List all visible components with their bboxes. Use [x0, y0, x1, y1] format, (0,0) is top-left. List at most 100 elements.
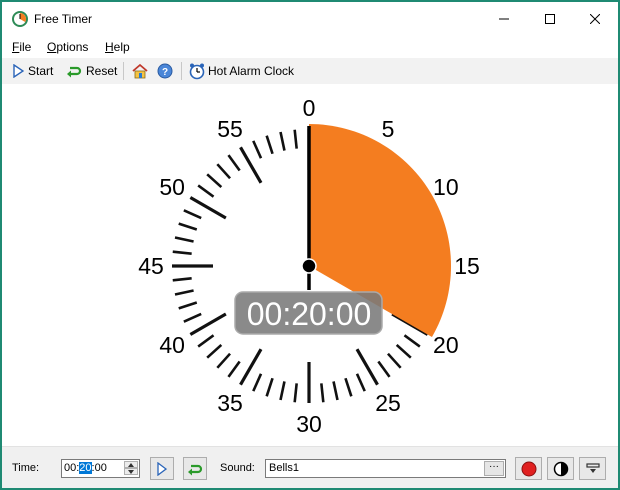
hot-alarm-clock-label: Hot Alarm Clock [208, 64, 295, 78]
minute-label: 5 [382, 116, 395, 142]
minute-label: 40 [159, 332, 185, 358]
minor-tick [227, 154, 241, 172]
app-window: Free Timer File Options Help Start Reset [2, 2, 618, 488]
minor-tick [265, 377, 274, 397]
minor-tick [174, 236, 194, 243]
toolbar-separator [123, 62, 124, 80]
theme-button[interactable] [547, 457, 574, 480]
reset-arrow-icon [188, 464, 203, 475]
spin-up-button[interactable] [124, 461, 138, 468]
minor-tick [344, 377, 353, 397]
contrast-icon [553, 461, 568, 476]
minimize-button[interactable] [481, 2, 527, 36]
sound-label: Sound: [220, 462, 255, 474]
caret-up-icon [128, 462, 134, 467]
help-button[interactable]: ? [157, 61, 173, 81]
minor-tick [216, 352, 232, 369]
menu-bar: File Options Help [2, 36, 618, 58]
time-display-text: 00:20:00 [247, 296, 372, 332]
minor-tick [206, 173, 223, 189]
time-input[interactable]: 00:20:00 [61, 459, 140, 478]
minute-label: 50 [159, 174, 185, 200]
help-icon: ? [157, 63, 173, 79]
toolbar: Start Reset ? Hot Alarm Clock [2, 58, 618, 84]
play-triangle-icon [157, 461, 167, 476]
minor-tick [183, 209, 202, 220]
minor-tick [355, 373, 366, 392]
minute-label: 0 [303, 95, 316, 121]
minor-tick [386, 352, 402, 369]
minor-tick [293, 383, 298, 403]
minor-tick [252, 373, 263, 392]
bottom-bar: Time: 00:20:00 Sound: Bells1 ··· [2, 446, 618, 488]
time-minutes-selected: 20 [79, 462, 92, 474]
time-label: Time: [12, 462, 40, 474]
minor-tick [174, 289, 194, 296]
alarm-clock-icon [189, 63, 205, 80]
minimize-icon [499, 18, 509, 20]
minor-tick [178, 222, 198, 231]
minor-tick [265, 135, 274, 155]
play-triangle-icon [13, 64, 24, 78]
minor-tick [216, 163, 232, 180]
menu-help[interactable]: Help [105, 40, 130, 54]
toolbar-separator [181, 62, 182, 80]
minor-tick [197, 184, 215, 198]
tray-icon [585, 462, 600, 473]
minute-label: 30 [296, 411, 322, 437]
close-icon [590, 14, 600, 24]
time-spinner[interactable] [124, 461, 138, 476]
menu-file[interactable]: File [12, 40, 31, 54]
minor-tick [227, 360, 241, 378]
timer-dial[interactable]: 0 5 10 15 20 25 30 35 40 45 50 55 00:20:00 [2, 84, 618, 446]
minor-tick [377, 360, 391, 378]
minute-label: 20 [433, 332, 459, 358]
reset-arrow-icon [67, 66, 82, 78]
minor-tick [332, 381, 339, 401]
minor-tick [178, 301, 198, 310]
minute-label: 25 [375, 390, 401, 416]
minor-tick [183, 312, 202, 323]
caret-down-icon [128, 469, 134, 474]
minor-tick [293, 129, 298, 149]
play-button[interactable] [150, 457, 174, 480]
title-bar: Free Timer [2, 2, 618, 36]
spin-down-button[interactable] [124, 468, 138, 475]
maximize-button[interactable] [527, 2, 573, 36]
tray-button[interactable] [579, 457, 606, 480]
home-icon [132, 63, 148, 79]
time-display: 00:20:00 [234, 291, 383, 335]
window-title: Free Timer [34, 12, 93, 26]
reset-small-button[interactable] [183, 457, 207, 480]
clock-icon [11, 10, 29, 28]
sound-input[interactable]: Bells1 ··· [265, 459, 506, 478]
hot-alarm-clock-button[interactable]: Hot Alarm Clock [188, 61, 294, 81]
red-circle-icon [521, 461, 536, 476]
menu-options[interactable]: Options [47, 40, 88, 54]
hand-hub [301, 258, 317, 274]
home-button[interactable] [131, 61, 149, 81]
browse-sound-button[interactable]: ··· [484, 461, 504, 476]
timer-dial-area[interactable]: 0 5 10 15 20 25 30 35 40 45 50 55 00:20:00 [2, 84, 618, 446]
minor-tick [279, 381, 286, 401]
maximize-icon [545, 14, 555, 24]
close-button[interactable] [572, 2, 618, 36]
minor-tick [395, 343, 412, 359]
start-button[interactable]: Start [12, 61, 53, 81]
minor-tick [320, 383, 325, 403]
reset-button[interactable]: Reset [66, 61, 117, 81]
reset-label: Reset [86, 64, 118, 78]
minor-tick [172, 250, 192, 255]
svg-text:?: ? [162, 67, 168, 78]
record-button[interactable] [515, 457, 542, 480]
minor-tick [252, 140, 263, 159]
minute-label: 55 [217, 116, 243, 142]
minute-label: 35 [217, 390, 243, 416]
minor-tick [172, 277, 192, 282]
start-label: Start [28, 64, 54, 78]
minute-label: 45 [138, 253, 164, 279]
minute-label: 15 [454, 253, 480, 279]
minute-label: 10 [433, 174, 459, 200]
minor-tick [279, 131, 286, 151]
minor-tick [403, 334, 421, 348]
